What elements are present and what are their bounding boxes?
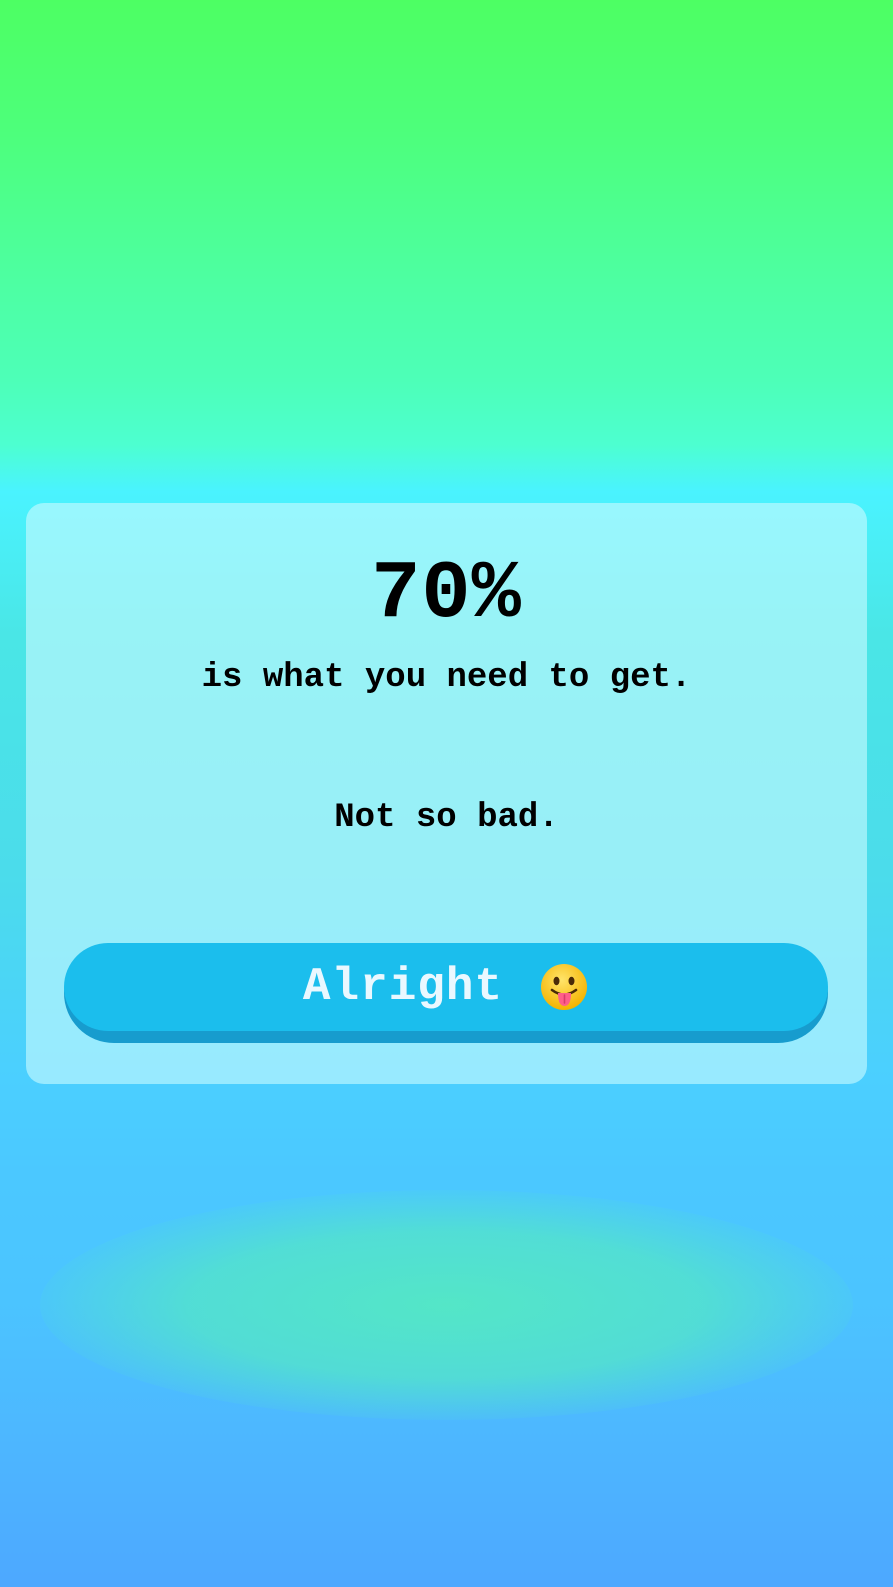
background-glow [40, 1190, 853, 1420]
alright-button[interactable]: Alright [64, 943, 828, 1031]
tongue-out-face-icon [539, 962, 589, 1012]
result-verdict: Not so bad. [334, 799, 559, 837]
required-percent: 70% [371, 548, 522, 641]
result-card: 70% is what you need to get. Not so bad.… [26, 503, 867, 1084]
alright-button-label: Alright [302, 961, 504, 1013]
result-subtitle: is what you need to get. [201, 659, 692, 697]
